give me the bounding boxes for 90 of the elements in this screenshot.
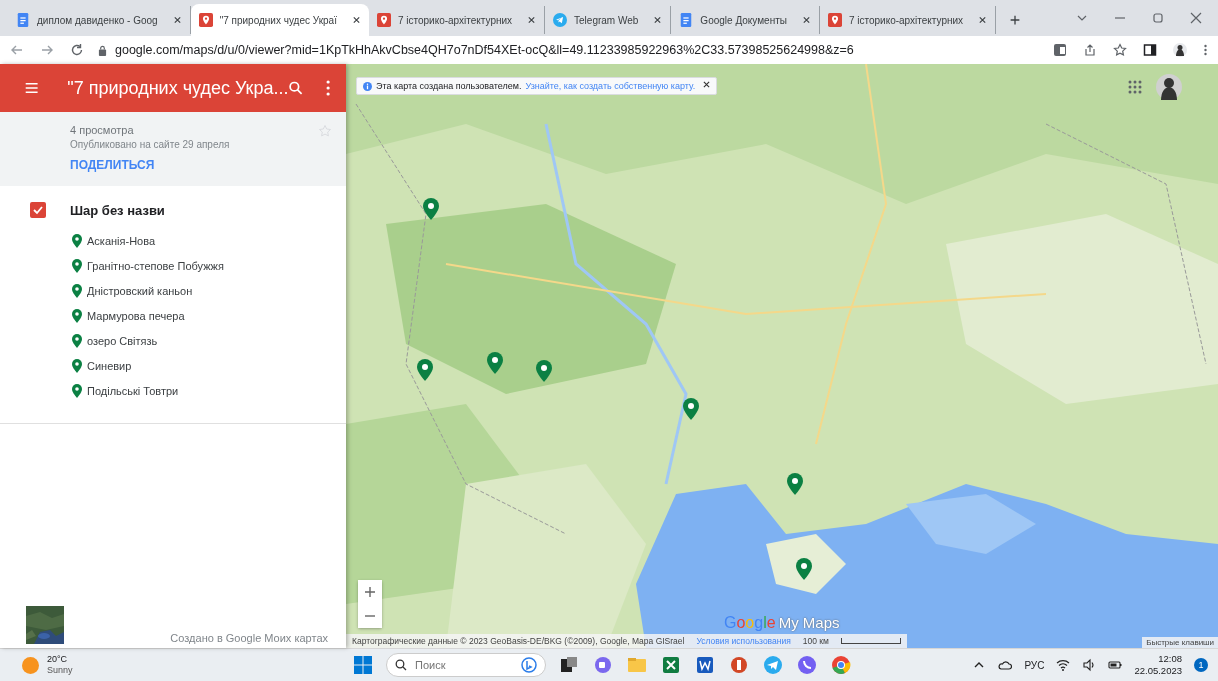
map-pin-icon xyxy=(376,13,391,27)
cloud-icon[interactable] xyxy=(998,658,1013,672)
browser-tab[interactable]: Google Документы xyxy=(671,6,820,34)
restore-icon[interactable] xyxy=(1152,12,1164,24)
map-pin-icon xyxy=(827,13,842,27)
word-document-icon[interactable] xyxy=(694,654,716,676)
taskbar-search-bar[interactable]: Поиск xyxy=(386,653,546,677)
map-marker-icon[interactable] xyxy=(683,398,699,420)
layer-checkbox[interactable] xyxy=(30,202,46,218)
search-icon xyxy=(395,659,407,671)
weather-condition: Sunny xyxy=(47,665,73,676)
search-icon[interactable] xyxy=(288,79,304,97)
publish-date: Опубликовано на сайте 29 апреля xyxy=(70,139,231,150)
document-icon xyxy=(679,13,694,27)
created-with-text: Создано в Google Моих картах xyxy=(170,632,328,644)
more-icon[interactable] xyxy=(325,79,330,97)
pin-icon xyxy=(72,383,82,398)
notification-badge[interactable]: 1 xyxy=(1194,658,1208,672)
browser-tab[interactable]: "7 природних чудес Украї xyxy=(190,4,369,36)
product-name: My Maps xyxy=(778,614,840,631)
search-input[interactable]: Поиск xyxy=(413,658,515,672)
map-marker-icon[interactable] xyxy=(417,359,433,381)
place-item[interactable]: Дністровский каньон xyxy=(72,278,346,303)
pin-icon xyxy=(72,333,82,348)
pin-icon xyxy=(72,308,82,323)
map-marker-icon[interactable] xyxy=(787,473,803,495)
scale-bar xyxy=(840,638,901,644)
attribution-text: Картографические данные © 2023 GeoBasis-DE/BKG (©2009), Google, Mapa GISrael xyxy=(352,636,685,646)
presentation-icon[interactable] xyxy=(728,654,750,676)
pin-icon xyxy=(72,258,82,273)
wifi-icon[interactable] xyxy=(1056,658,1071,672)
lock-icon xyxy=(98,44,107,56)
place-item[interactable]: озеро Світязь xyxy=(72,328,346,353)
reload-icon[interactable] xyxy=(70,43,84,57)
sun-icon xyxy=(22,656,39,674)
place-item[interactable]: Асканія-Нова xyxy=(72,228,346,253)
pin-icon xyxy=(72,233,82,248)
google-logo: Google xyxy=(724,614,776,631)
clock-date[interactable]: 22.05.2023 xyxy=(1134,665,1182,677)
star-icon[interactable] xyxy=(1113,43,1127,57)
close-icon[interactable] xyxy=(1190,12,1202,24)
plus-icon xyxy=(365,587,375,597)
shortcuts-link[interactable]: Быстрые клавиши xyxy=(1142,637,1218,648)
temperature: 20°C xyxy=(47,654,69,665)
clock-time[interactable]: 12:08 xyxy=(1158,653,1182,665)
browser-tab[interactable]: Telegram Web xyxy=(545,6,672,34)
browser-tab[interactable]: 7 історико-архітектурних xyxy=(368,6,546,34)
map-marker-icon[interactable] xyxy=(796,558,812,580)
check-icon xyxy=(32,204,44,216)
windows-start-icon[interactable] xyxy=(352,654,374,676)
avatar-icon[interactable] xyxy=(1156,74,1182,100)
map-pin-icon xyxy=(198,13,213,27)
info-icon xyxy=(363,81,372,91)
zoom-in-button[interactable] xyxy=(358,580,382,604)
apps-grid-icon[interactable] xyxy=(1128,80,1142,94)
banner-link[interactable]: Узнайте, как создать собственную карту. xyxy=(525,81,696,91)
map-marker-icon[interactable] xyxy=(423,198,439,220)
scale-label: 100 км xyxy=(802,636,829,646)
place-item[interactable]: Синевир xyxy=(72,353,346,378)
place-item[interactable]: Подільські Товтри xyxy=(72,378,346,403)
zoom-out-button[interactable] xyxy=(358,604,382,628)
browser-icon[interactable] xyxy=(830,654,852,676)
share-icon[interactable] xyxy=(1083,43,1097,57)
place-item[interactable]: Мармурова печера xyxy=(72,303,346,328)
battery-icon[interactable] xyxy=(1108,658,1123,672)
document-icon xyxy=(16,13,30,27)
chat-bubble-icon[interactable] xyxy=(592,654,614,676)
pin-icon xyxy=(72,283,82,298)
forward-arrow-icon[interactable] xyxy=(40,43,54,57)
close-icon[interactable] xyxy=(703,81,711,88)
phone-bubble-icon[interactable] xyxy=(796,654,818,676)
language-indicator[interactable]: РУС xyxy=(1024,659,1045,671)
layer-name: Шар без назви xyxy=(70,202,165,218)
side-panel-icon[interactable] xyxy=(1143,43,1157,57)
browser-tab[interactable]: диплом давиденко - Goog xyxy=(8,6,191,34)
more-icon[interactable] xyxy=(1203,43,1208,57)
browser-tab[interactable]: 7 історико-архітектурних xyxy=(819,6,997,34)
avatar-icon[interactable] xyxy=(1173,43,1187,57)
view-count: 4 просмотра xyxy=(70,124,135,136)
speaker-icon[interactable] xyxy=(1082,658,1097,672)
map-title: "7 природних чудес Укра... xyxy=(67,77,289,99)
place-item[interactable]: Гранітно-степове Побужжя xyxy=(72,253,346,278)
map-marker-icon[interactable] xyxy=(536,360,552,382)
pin-icon xyxy=(72,358,82,373)
paper-plane-icon xyxy=(553,13,568,27)
banner-text: Эта карта создана пользователем. xyxy=(376,81,522,91)
paper-plane-icon[interactable] xyxy=(762,654,784,676)
map-marker-icon[interactable] xyxy=(487,352,503,374)
back-arrow-icon[interactable] xyxy=(10,43,24,57)
spreadsheet-icon[interactable] xyxy=(660,654,682,676)
